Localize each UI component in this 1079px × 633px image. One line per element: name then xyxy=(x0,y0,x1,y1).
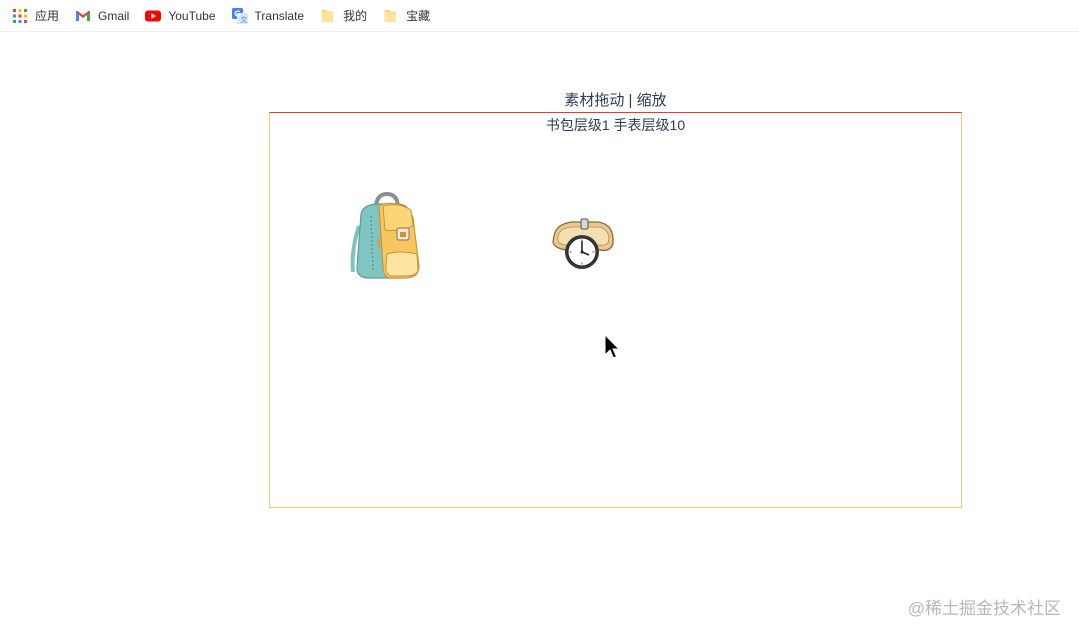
svg-text:文: 文 xyxy=(240,15,247,24)
bookmark-label: 我的 xyxy=(343,9,368,23)
backpack-icon[interactable] xyxy=(349,191,425,280)
bookmark-label: 应用 xyxy=(35,9,60,23)
bookmark-label: YouTube xyxy=(168,8,216,23)
bookmark-youtube[interactable]: YouTube xyxy=(145,4,216,28)
page: 应用 Gmail YouTube G 文 Translate 我的 宝藏 素材拖… xyxy=(0,0,1079,633)
apps-grid-icon xyxy=(12,8,28,24)
bookmarks-bar: 应用 Gmail YouTube G 文 Translate 我的 宝藏 xyxy=(0,0,1079,32)
bookmark-label: Translate xyxy=(254,8,305,23)
bookmark-label: 宝藏 xyxy=(406,9,431,23)
folder-icon xyxy=(320,8,336,24)
youtube-icon xyxy=(145,8,162,24)
translate-icon: G 文 xyxy=(231,7,248,24)
bookmark-gmail[interactable]: Gmail xyxy=(75,4,129,28)
bookmark-label: Gmail xyxy=(98,8,130,23)
bookmark-folder-treasure[interactable]: 宝藏 xyxy=(383,4,430,28)
mouse-cursor-icon xyxy=(604,333,621,360)
watermark: @稀土掘金技术社区 xyxy=(907,599,1061,618)
watch-icon[interactable] xyxy=(550,218,616,272)
page-title: 素材拖动 | 缩放 xyxy=(564,92,667,109)
drag-canvas[interactable] xyxy=(269,112,962,508)
bookmark-folder-mine[interactable]: 我的 xyxy=(320,4,367,28)
layer-info: 书包层级1 手表层级10 xyxy=(545,117,686,133)
bookmark-translate[interactable]: G 文 Translate xyxy=(231,4,305,28)
bookmark-apps[interactable]: 应用 xyxy=(12,4,59,28)
folder-icon xyxy=(383,8,399,24)
gmail-icon xyxy=(75,8,91,24)
